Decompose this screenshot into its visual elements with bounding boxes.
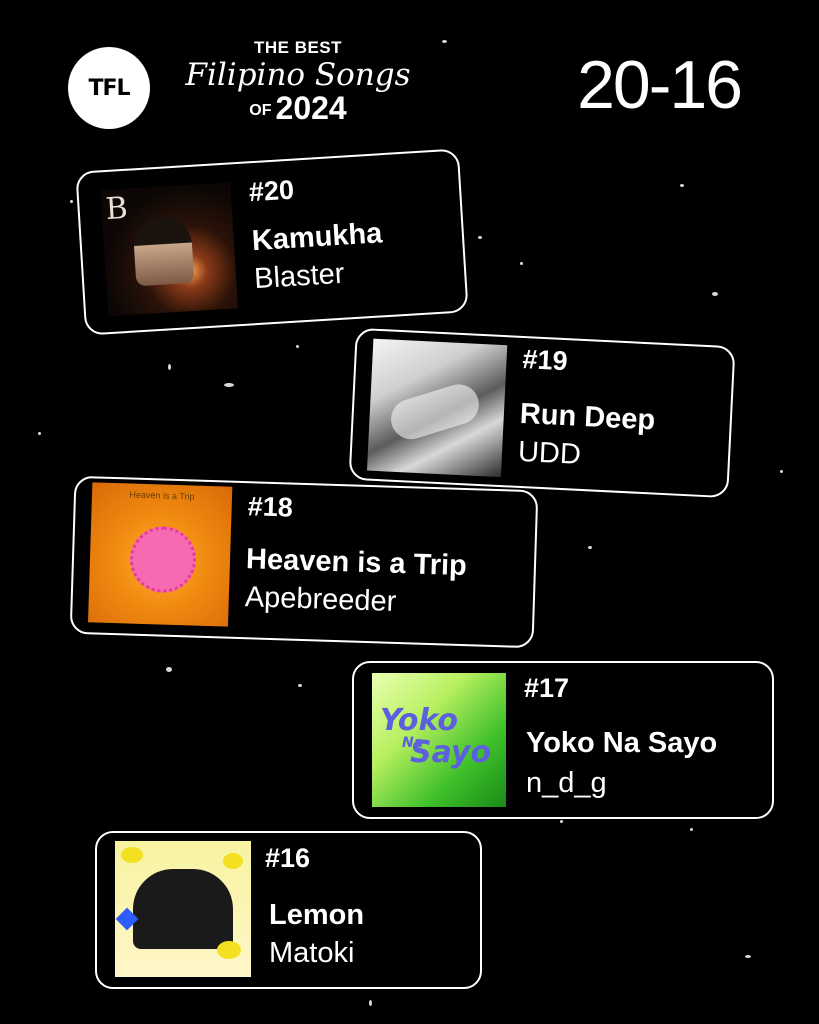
rank-range: 20-16 — [577, 47, 743, 123]
header-line-the-best: THE BEST — [253, 38, 343, 57]
song-rank: #18 — [247, 491, 294, 523]
album-art-hands — [386, 379, 484, 445]
song-artist: Matoki — [269, 937, 355, 969]
album-art-word-sayo: Sayo — [410, 735, 492, 770]
song-artist: Apebreeder — [244, 581, 397, 618]
album-art-kamukha: B — [100, 182, 238, 317]
song-card-19[interactable]: #19 Run Deep UDD — [348, 327, 736, 499]
header-line-year: OF 2024 — [168, 90, 428, 127]
song-artist: n_d_g — [526, 767, 607, 799]
album-art-lemon-shape — [217, 941, 241, 959]
album-art-heaven-is-a-trip: Heaven is a Trip — [88, 482, 233, 627]
song-rank: #20 — [248, 174, 295, 208]
song-rank: #16 — [265, 843, 311, 873]
header-of: OF — [249, 102, 272, 119]
song-card-20[interactable]: B #20 Kamukha Blaster — [75, 148, 469, 336]
album-art-emblem — [128, 525, 198, 594]
album-art-letter: B — [104, 190, 129, 228]
song-artist: UDD — [517, 435, 582, 471]
album-art-word-yoko: Yoko — [380, 703, 458, 738]
header-title: THE BEST Filipino Songs OF 2024 — [168, 38, 428, 127]
song-card-17[interactable]: Yoko Na Sayo #17 Yoko Na Sayo n_d_g — [352, 661, 774, 819]
album-art-lemon-shape — [223, 853, 243, 869]
song-title: Run Deep — [519, 397, 656, 437]
tfl-logo: TFL — [68, 47, 150, 129]
song-artist: Blaster — [253, 257, 346, 296]
album-art-lemon-shape — [121, 847, 143, 863]
album-art-run-deep — [366, 338, 508, 478]
song-title: Yoko Na Sayo — [526, 727, 718, 759]
song-card-18[interactable]: Heaven is a Trip #18 Heaven is a Trip Ap… — [69, 475, 539, 649]
song-rank: #19 — [521, 344, 569, 377]
album-art-yoko-na-sayo: Yoko Na Sayo — [372, 673, 506, 807]
song-title: Kamukha — [250, 217, 384, 258]
song-card-16[interactable]: #16 Lemon Matoki — [95, 831, 482, 989]
song-title: Lemon — [269, 899, 365, 931]
song-title: Heaven is a Trip — [245, 543, 468, 583]
header-year: 2024 — [275, 90, 347, 126]
song-rank: #17 — [524, 673, 570, 703]
header-line-filipino-songs: Filipino Songs — [185, 57, 411, 93]
album-art-figure — [132, 214, 195, 287]
album-art-title-text: Heaven is a Trip — [129, 489, 195, 502]
album-art-lemon — [115, 841, 251, 977]
album-art-figures — [133, 869, 233, 949]
